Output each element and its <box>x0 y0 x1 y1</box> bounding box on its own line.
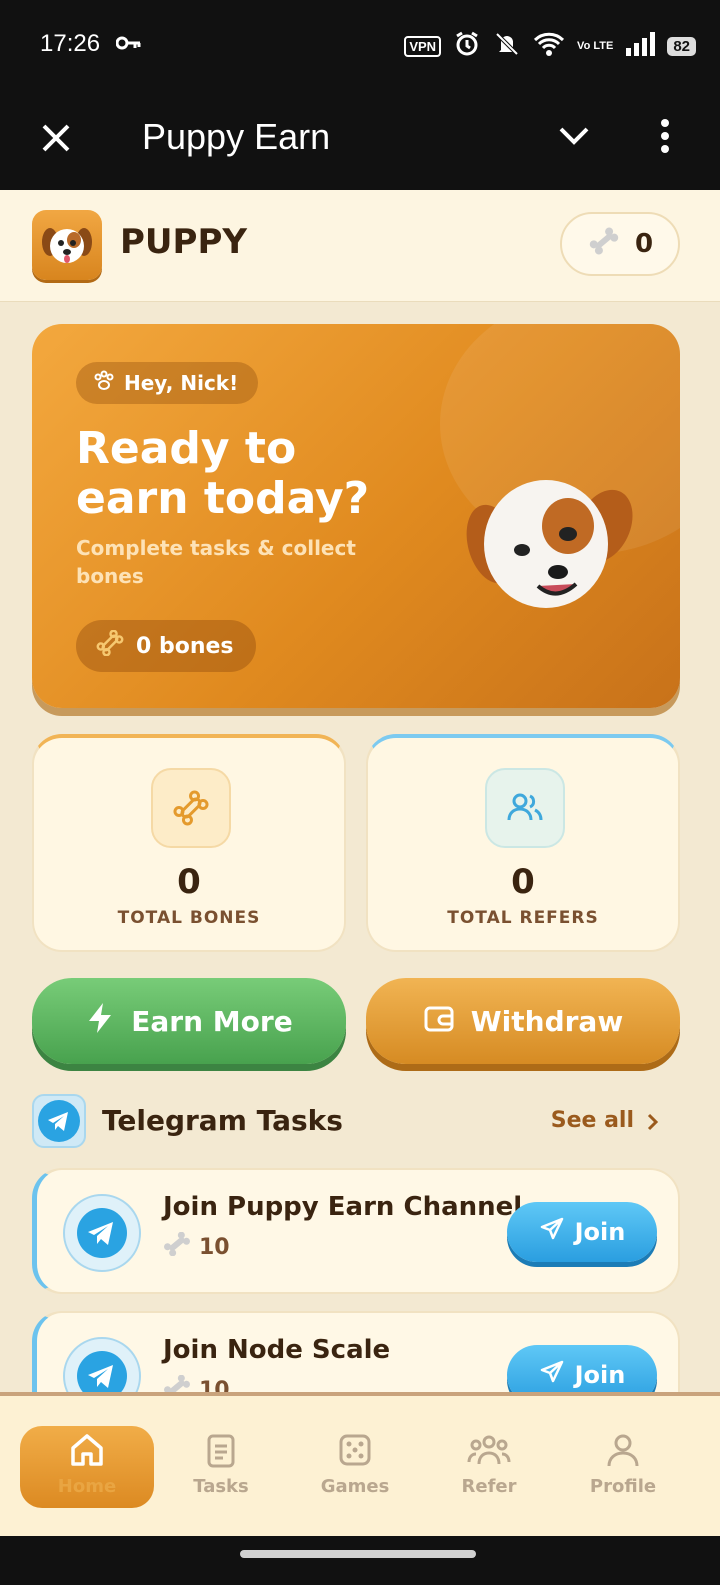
task-reward-value: 10 <box>199 1234 230 1260</box>
nav-home-label: Home <box>57 1476 117 1497</box>
join-label: Join <box>574 1218 626 1246</box>
mute-icon <box>493 30 521 62</box>
greeting-badge: Hey, Nick! <box>76 362 259 404</box>
total-refers-card: 0 TOTAL REFERS <box>366 734 680 952</box>
see-all-link[interactable]: See all <box>551 1108 634 1133</box>
vpn-indicator: VPN <box>404 35 442 57</box>
bone-icon <box>96 629 124 662</box>
app-bar: Puppy Earn <box>0 90 720 190</box>
nav-games[interactable]: Games <box>288 1426 422 1510</box>
chevron-right-icon[interactable] <box>646 1112 660 1136</box>
bone-icon <box>163 1231 191 1262</box>
task-card: Join Puppy Earn Channel 10 Join <box>32 1168 680 1294</box>
task-name: Join Puppy Earn Channel <box>163 1192 523 1222</box>
bone-icon <box>587 226 621 263</box>
earn-more-label: Earn More <box>131 1004 293 1038</box>
status-bar: 17:26 VPN Vo LTE 82 <box>0 0 720 90</box>
key-icon <box>115 34 142 56</box>
users-icon <box>485 768 565 848</box>
home-indicator[interactable] <box>240 1550 476 1558</box>
telegram-icon <box>63 1194 141 1272</box>
telegram-tasks-header: Telegram Tasks See all <box>32 1094 680 1150</box>
app-title: Puppy Earn <box>142 116 331 157</box>
send-icon <box>539 1359 565 1391</box>
puppy-mascot <box>464 464 634 628</box>
lightning-icon <box>85 1001 115 1042</box>
total-refers-label: TOTAL REFERS <box>447 908 599 928</box>
nav-refer-label: Refer <box>461 1476 517 1497</box>
earn-more-button[interactable]: Earn More <box>32 978 346 1064</box>
paw-icon <box>92 369 116 398</box>
withdraw-label: Withdraw <box>470 1004 624 1038</box>
total-bones-value: 0 <box>177 862 201 902</box>
nav-games-label: Games <box>320 1476 390 1497</box>
hero-card: Hey, Nick! Ready to earn today? Complete… <box>32 324 680 708</box>
dice-icon <box>339 1434 371 1466</box>
nav-tasks[interactable]: Tasks <box>154 1426 288 1510</box>
signal-icon <box>625 32 656 60</box>
nav-tasks-label: Tasks <box>193 1476 249 1497</box>
telegram-icon <box>32 1094 86 1148</box>
send-icon <box>539 1216 565 1248</box>
hero-subtitle: Complete tasks & collect bones <box>76 536 356 588</box>
bone-balance-pill[interactable]: 0 <box>560 212 680 276</box>
hero-bones-pill: 0 bones <box>76 620 256 672</box>
total-bones-label: TOTAL BONES <box>117 908 261 928</box>
task-reward: 10 <box>163 1231 230 1262</box>
greeting-text: Hey, Nick! <box>124 371 239 395</box>
wallet-icon <box>423 1003 455 1040</box>
alarm-icon <box>453 30 481 62</box>
hero-bones-value: 0 bones <box>136 633 234 659</box>
nav-refer[interactable]: Refer <box>422 1426 556 1510</box>
bone-icon <box>151 768 231 848</box>
battery-indicator: 82 <box>667 36 696 56</box>
clipboard-icon <box>207 1434 235 1468</box>
users-icon <box>467 1435 511 1465</box>
more-options-icon[interactable] <box>660 118 670 158</box>
wifi-icon <box>533 31 565 61</box>
hero-headline: Ready to earn today? <box>76 423 370 524</box>
status-time: 17:26 <box>40 30 101 57</box>
user-icon <box>607 1434 639 1467</box>
brand-name: PUPPY <box>120 222 247 262</box>
total-refers-value: 0 <box>511 862 535 902</box>
home-icon <box>71 1434 103 1466</box>
bottom-nav: Home Tasks Games Refer Profile <box>0 1392 720 1536</box>
task-name: Join Node Scale <box>163 1335 391 1365</box>
section-title: Telegram Tasks <box>102 1104 343 1137</box>
puppy-logo <box>32 210 102 280</box>
app-header: PUPPY 0 <box>0 190 720 302</box>
volte-indicator: Vo LTE <box>577 39 614 52</box>
join-button[interactable]: Join <box>507 1202 657 1262</box>
total-bones-card: 0 TOTAL BONES <box>32 734 346 952</box>
nav-profile-label: Profile <box>589 1476 657 1497</box>
close-icon[interactable] <box>38 120 74 156</box>
chevron-down-icon[interactable] <box>558 126 590 150</box>
nav-profile[interactable]: Profile <box>556 1426 690 1510</box>
withdraw-button[interactable]: Withdraw <box>366 978 680 1064</box>
join-label: Join <box>574 1361 626 1389</box>
system-nav-bar <box>0 1536 720 1585</box>
bone-balance-value: 0 <box>634 229 654 259</box>
nav-home[interactable]: Home <box>20 1426 154 1508</box>
